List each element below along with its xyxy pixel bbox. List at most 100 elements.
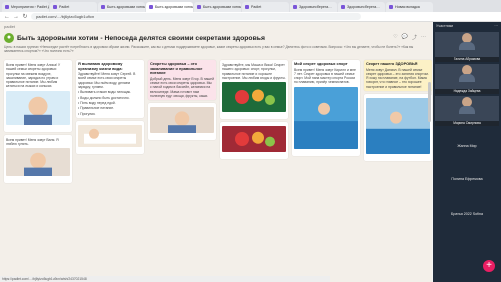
board-title: Быть здоровыми хотим - Непоседа делятся … <box>17 34 265 42</box>
post-list-item: • Прогулки. <box>78 111 96 116</box>
board-toolbar: ♡ 💬 ⤴ ⋯ <box>393 34 426 41</box>
share-icon[interactable]: ⤴ <box>412 34 417 41</box>
browser-tab[interactable]: Мероприятия › Padlet Д… <box>2 2 49 12</box>
tab-favicon-icon <box>5 5 9 9</box>
post-list-item: • Правильное питание. <box>78 106 115 111</box>
padlet-board: padlet ● Быть здоровыми хотим - Непоседа… <box>0 22 432 282</box>
more-icon[interactable]: ⋯ <box>421 34 426 41</box>
tab-favicon-icon <box>101 5 105 9</box>
board-description: Цель: в наших группах «Непоседа» растёт … <box>4 45 414 53</box>
tab-label: Мероприятия › Padlet Д… <box>11 5 49 9</box>
tab-label: Padlet <box>59 5 70 9</box>
post-card[interactable]: Всем привет! Меня зовут Ваня. Я люблю гу… <box>4 134 72 184</box>
post-card[interactable] <box>364 94 432 162</box>
participant-label[interactable]: Жанна Мир <box>433 144 501 148</box>
board-column: Всем привет! Меня зовут Алиса! У нашей с… <box>4 60 72 282</box>
tab-label: Быть здоровыми хотим… <box>203 5 241 9</box>
post-card[interactable]: Секрет нашего ЗДОРОВЬЯ Меня зовут Даниил.… <box>364 60 432 92</box>
tab-label: Здоровьесберега… <box>347 5 380 9</box>
post-list-item: • Выпивать стакан воды натощак. <box>78 90 131 95</box>
post-text: Здравствуйте, мы Маша и Вика! Секрет наш… <box>222 63 286 80</box>
browser-tab[interactable]: Быть здоровыми хотим… <box>194 2 241 12</box>
browser-tab[interactable]: Быть здоровыми хотим <box>98 2 145 12</box>
post-card[interactable] <box>220 122 288 160</box>
tab-favicon-icon <box>389 5 393 9</box>
padlet-author: padlet <box>4 23 15 29</box>
post-card[interactable]: Всем привет! Меня зовут Алиса! У нашей с… <box>4 60 72 132</box>
participant-tile[interactable]: Марина Смирнова <box>435 96 499 126</box>
post-text: Здравствуйте! Меня зовут Сергей. В моей … <box>78 72 136 90</box>
more-icon[interactable]: ⋯ <box>494 24 498 29</box>
tab-label: Быть здоровыми хотим - Непо… <box>155 5 193 9</box>
scrollbar[interactable] <box>428 82 431 122</box>
tab-favicon-icon <box>197 5 201 9</box>
tab-label: Padlet <box>251 5 262 9</box>
post-text: Всем привет! Меня зовут Алиса! У нашей с… <box>6 63 61 89</box>
tab-label: Новая вкладка <box>395 5 420 9</box>
participant-body <box>459 74 475 82</box>
browser-tab[interactable]: Здоровьесберега… <box>338 2 385 12</box>
post-card[interactable] <box>76 120 144 154</box>
board-column: Секреты здоровья – это закаливание и пра… <box>148 60 216 282</box>
post-photo[interactable] <box>294 86 358 149</box>
browser-tab[interactable]: Новая вкладка <box>386 2 433 12</box>
board-column: Секрет нашего ЗДОРОВЬЯ Меня зовут Даниил.… <box>364 60 432 282</box>
board-header: ● Быть здоровыми хотим - Непоседа делятс… <box>4 31 432 45</box>
tab-favicon-icon <box>149 5 153 9</box>
post-photo[interactable] <box>6 148 70 177</box>
post-photo[interactable] <box>222 126 286 153</box>
reload-icon[interactable]: ↻ <box>22 13 28 20</box>
post-card[interactable]: Секреты здоровья – это закаливание и пра… <box>148 60 216 101</box>
browser-tab[interactable]: Padlet <box>242 2 289 12</box>
participant-name: Галина Абрамова <box>435 57 499 62</box>
board-column: Я выпиваю здоровому организму жизни вода… <box>76 60 144 282</box>
browser-tab[interactable]: Здоровьесберега… <box>290 2 337 12</box>
post-title: Секреты здоровья – это закаливание и пра… <box>150 61 203 76</box>
post-list-item: • Пить воду перед едой. <box>78 100 116 105</box>
post-list-item: • Воды должно быть достаточно. <box>78 95 130 100</box>
tab-label: Быть здоровыми хотим <box>107 5 145 9</box>
participant-tile[interactable]: Надежда Зайцева <box>435 64 499 94</box>
browser-tab[interactable]: Padlet <box>50 2 97 12</box>
tab-favicon-icon <box>341 5 345 9</box>
post-photo[interactable] <box>366 98 430 155</box>
back-icon[interactable]: ← <box>4 14 10 20</box>
participant-label[interactable]: Полина Ефремова <box>433 177 501 181</box>
post-title: Мой секрет здоровья спорт <box>294 61 348 66</box>
post-text: Всем привет! Меня зовут Ваня. Я люблю гу… <box>6 137 59 147</box>
apple-icon: ● <box>4 33 14 43</box>
post-text: Меня зовут Даниил. В нашей семье секрет … <box>366 67 429 89</box>
tab-favicon-icon <box>293 5 297 9</box>
url-field[interactable]: padlet.com/…/bj6ytzo5ugb1u9cn <box>31 13 361 20</box>
post-title: Я выпиваю здоровому организму жизни вода… <box>78 61 123 71</box>
forward-icon[interactable]: → <box>13 14 19 20</box>
board-column: Мой секрет здоровья спорт Всем привет! Ме… <box>292 60 360 282</box>
status-url: https://padlet.com/…/bj6ytzo5ugb1u9cn/wi… <box>0 276 330 282</box>
browser-tab-strip: Мероприятия › Padlet Д… Padlet Быть здоров… <box>0 0 501 12</box>
post-text: Всем привет! Меня зовут Кирилл и мне 7 л… <box>294 67 356 85</box>
tab-favicon-icon <box>53 5 57 9</box>
participant-body <box>459 42 475 50</box>
browser-tab[interactable]: Быть здоровыми хотим - Непо… <box>146 2 193 12</box>
post-photo[interactable] <box>78 124 142 147</box>
participant-label[interactable]: Братья 2022 Sofina <box>433 212 501 216</box>
post-photo[interactable] <box>6 90 70 125</box>
board-column: Здравствуйте, мы Маша и Вика! Секрет наш… <box>220 60 288 282</box>
comment-icon[interactable]: 💬 <box>402 34 408 41</box>
like-icon[interactable]: ♡ <box>393 34 397 41</box>
post-photo[interactable] <box>150 107 214 134</box>
participant-name: Надежда Зайцева <box>435 89 499 94</box>
post-text: Добрый день. Меня зовут Егор. В нашей се… <box>150 76 214 98</box>
post-card[interactable]: Здравствуйте, мы Маша и Вика! Секрет наш… <box>220 60 288 120</box>
participant-body <box>459 106 475 114</box>
participant-name: Марина Смирнова <box>435 121 499 126</box>
post-card[interactable]: Я выпиваю здоровому организму жизни вода… <box>76 60 144 118</box>
add-post-button[interactable]: + <box>483 260 495 272</box>
post-card[interactable]: Мой секрет здоровья спорт Всем привет! Ме… <box>292 60 360 156</box>
post-photo[interactable] <box>222 82 286 113</box>
participant-tile[interactable]: Галина Абрамова <box>435 32 499 62</box>
post-card[interactable] <box>148 103 216 141</box>
participants-label: Участники <box>436 24 454 28</box>
tab-favicon-icon <box>245 5 249 9</box>
video-call-panel: Участники ⋯ Галина Абрамова Надежда Зайце… <box>433 22 501 282</box>
